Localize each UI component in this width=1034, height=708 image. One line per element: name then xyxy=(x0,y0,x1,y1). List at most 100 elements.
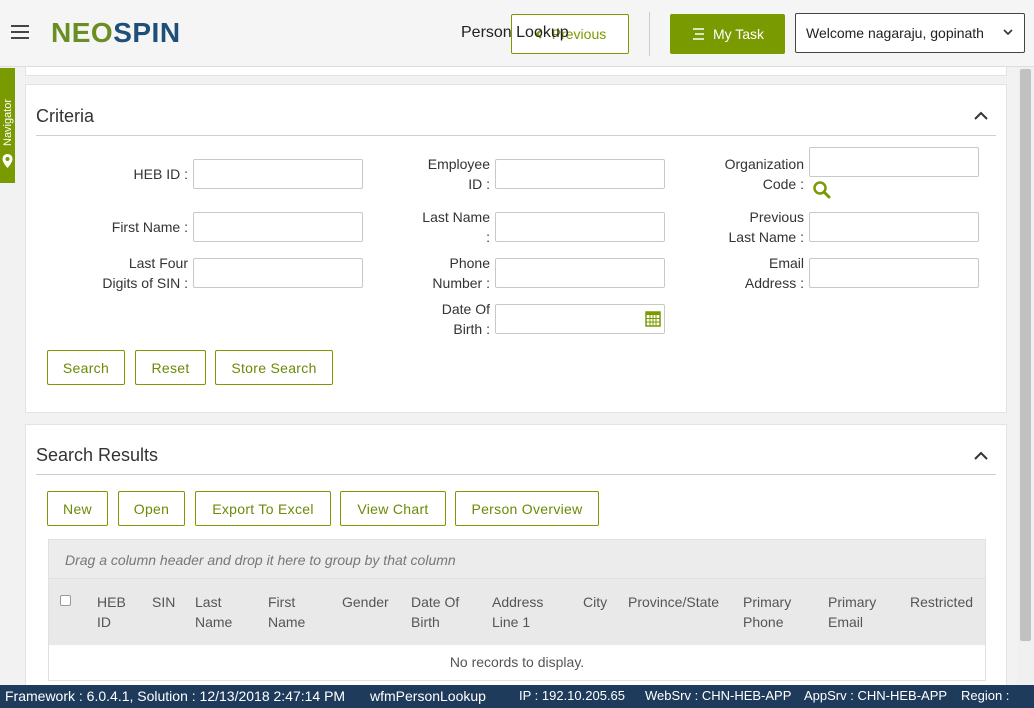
new-button[interactable]: New xyxy=(47,491,108,526)
first-name-label: First Name : xyxy=(111,219,188,235)
column-date-of-birth[interactable]: Date Of Birth xyxy=(411,592,459,632)
export-to-excel-button[interactable]: Export To Excel xyxy=(195,491,331,526)
organization-code-input[interactable] xyxy=(809,147,979,177)
neospin-logo: NEOSPIN xyxy=(51,17,181,48)
heb-id-label: HEB ID : xyxy=(133,166,188,182)
view-chart-button[interactable]: View Chart xyxy=(340,491,446,526)
employee-id-label: Employee ID : xyxy=(390,154,490,194)
last-name-label-line2: : xyxy=(486,229,490,245)
column-primary-phone[interactable]: Primary Phone xyxy=(743,592,791,632)
email-address-label: Email Address : xyxy=(702,253,804,293)
chevron-down-icon xyxy=(1003,29,1013,36)
search-results-title: Search Results xyxy=(36,445,159,465)
organization-code-label-line1: Organization xyxy=(724,156,804,172)
column-primary-phone-line1: Primary xyxy=(743,594,792,610)
employee-id-label-line2: ID : xyxy=(468,176,490,192)
column-heb-id-line2: ID xyxy=(97,614,111,630)
column-city[interactable]: City xyxy=(583,592,607,612)
footer-websrv: WebSrv : CHN-HEB-APP xyxy=(645,688,792,703)
column-sin[interactable]: SIN xyxy=(152,592,175,612)
store-search-button[interactable]: Store Search xyxy=(215,350,333,385)
column-address-line1: Address xyxy=(492,594,544,610)
hamburger-menu-icon[interactable] xyxy=(11,25,29,39)
page-title: Person Lookup xyxy=(461,24,569,41)
column-primary-phone-line2: Phone xyxy=(743,614,784,630)
email-address-input[interactable] xyxy=(809,258,979,288)
select-all-checkbox[interactable] xyxy=(60,595,71,606)
footer-form-name: wfmPersonLookup xyxy=(370,688,486,704)
navigator-tab[interactable]: Navigator xyxy=(0,68,15,183)
last-four-sin-input[interactable] xyxy=(193,258,363,288)
column-gender[interactable]: Gender xyxy=(342,592,389,612)
group-by-drop-zone[interactable]: Drag a column header and drop it here to… xyxy=(48,539,986,579)
my-task-button[interactable]: My Task xyxy=(670,14,785,54)
criteria-divider xyxy=(36,135,996,136)
column-last-name[interactable]: Last Name xyxy=(195,592,232,632)
previous-panel-edge xyxy=(25,67,1007,76)
phone-number-label: Phone Number : xyxy=(390,253,490,293)
grid-header-row: HEB ID SIN Last Name First Name Gender Date… xyxy=(48,579,986,645)
column-heb-id-line1: HEB xyxy=(97,594,126,610)
chevron-up-icon[interactable] xyxy=(974,451,988,461)
date-of-birth-input[interactable] xyxy=(495,304,665,334)
date-of-birth-label-line2: Birth : xyxy=(453,321,490,337)
date-of-birth-label-line1: Date Of xyxy=(441,301,490,317)
column-primary-email-line1: Primary xyxy=(828,594,877,610)
page-scrollbar[interactable] xyxy=(1017,67,1034,685)
top-bar: NEOSPIN Previous Person Lookup My Task W… xyxy=(0,0,1034,67)
column-first-name-line1: First xyxy=(268,594,296,610)
no-records-message: No records to display. xyxy=(48,645,986,681)
search-icon[interactable] xyxy=(812,180,832,200)
last-four-sin-label: Last Four Digits of SIN : xyxy=(78,253,188,293)
employee-id-input[interactable] xyxy=(495,159,665,189)
previous-last-name-input[interactable] xyxy=(809,212,979,242)
last-four-sin-label-line1: Last Four xyxy=(128,255,188,271)
column-first-name[interactable]: First Name xyxy=(268,592,305,632)
search-button[interactable]: Search xyxy=(47,350,125,385)
reset-button[interactable]: Reset xyxy=(135,350,206,385)
chevron-up-icon[interactable] xyxy=(974,111,988,121)
header-divider xyxy=(649,12,650,56)
employee-id-label-line1: Employee xyxy=(427,156,490,172)
column-date-of-birth-line1: Date Of xyxy=(411,594,460,610)
my-task-label: My Task xyxy=(712,26,765,42)
user-menu-dropdown[interactable]: Welcome nagaraju, gopinath xyxy=(795,13,1025,53)
open-button[interactable]: Open xyxy=(118,491,185,526)
organization-code-label-line2: Code : xyxy=(762,176,804,192)
last-name-label-line1: Last Name xyxy=(422,209,490,225)
criteria-title: Criteria xyxy=(36,106,95,126)
footer-region: Region : xyxy=(961,688,1010,703)
column-province-state[interactable]: Province/State xyxy=(628,592,719,612)
column-address-line2: Line 1 xyxy=(492,614,531,630)
first-name-input[interactable] xyxy=(193,212,363,242)
column-restricted[interactable]: Restricted xyxy=(910,592,973,612)
heb-id-input[interactable] xyxy=(193,159,363,189)
organization-code-label: Organization Code : xyxy=(702,154,804,194)
scrollbar-thumb[interactable] xyxy=(1020,69,1031,641)
phone-number-label-line2: Number : xyxy=(432,275,490,291)
results-grid: Drag a column header and drop it here to… xyxy=(48,539,986,699)
person-overview-button[interactable]: Person Overview xyxy=(455,491,599,526)
list-icon xyxy=(692,28,704,40)
column-heb-id[interactable]: HEB ID xyxy=(97,592,126,632)
email-address-label-line1: Email xyxy=(768,255,804,271)
column-address-line-1[interactable]: Address Line 1 xyxy=(492,592,543,632)
search-results-panel: Search Results New Open Export To Excel … xyxy=(25,424,1007,694)
location-pin-icon xyxy=(2,154,13,168)
column-last-name-line1: Last xyxy=(195,594,222,610)
last-name-input[interactable] xyxy=(495,212,665,242)
previous-last-name-label-line2: Last Name : xyxy=(728,229,804,245)
phone-number-input[interactable] xyxy=(495,258,665,288)
previous-last-name-label: Previous Last Name : xyxy=(702,207,804,247)
phone-number-label-line1: Phone xyxy=(449,255,490,271)
date-of-birth-label: Date Of Birth : xyxy=(390,299,490,339)
column-date-of-birth-line2: Birth xyxy=(411,614,440,630)
column-primary-email[interactable]: Primary Email xyxy=(828,592,876,632)
column-primary-email-line2: Email xyxy=(828,614,864,630)
welcome-text: Welcome nagaraju, gopinath xyxy=(806,25,984,41)
footer-ip: IP : 192.10.205.65 xyxy=(519,688,626,703)
email-address-label-line2: Address : xyxy=(744,275,804,291)
calendar-icon[interactable] xyxy=(645,310,661,327)
last-four-sin-label-line2: Digits of SIN : xyxy=(102,275,188,291)
footer-framework: Framework : 6.0.4.1, Solution : 12/13/20… xyxy=(5,688,346,704)
